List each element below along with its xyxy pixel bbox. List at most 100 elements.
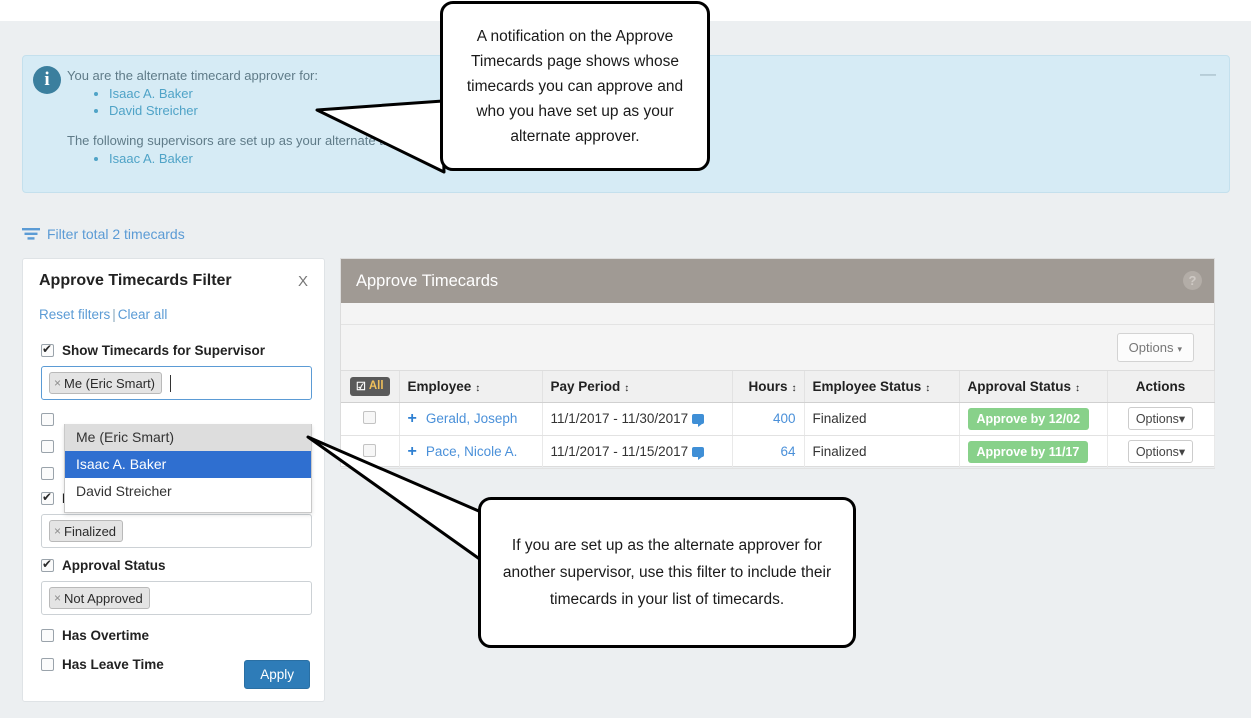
chevron-down-icon: ▾: [1178, 445, 1186, 459]
tag-chip[interactable]: × Finalized: [49, 520, 124, 542]
info-icon: i: [33, 66, 61, 94]
row-options-label: Options: [1135, 412, 1179, 426]
filter-row-approval-status[interactable]: Approval Status: [23, 554, 324, 576]
comment-icon[interactable]: [692, 447, 705, 460]
help-icon[interactable]: ?: [1183, 271, 1202, 290]
row-select-cell: [341, 402, 400, 436]
alternate-approver-name: Isaac A. Baker: [109, 151, 193, 166]
row-options-button[interactable]: Options▾: [1127, 407, 1194, 430]
row-actions-cell: Options▾: [1107, 435, 1215, 469]
table-header-pay-period[interactable]: Pay Period ↕: [542, 371, 733, 403]
tag-remove-icon[interactable]: ×: [54, 376, 61, 390]
hidden-checkbox-1[interactable]: [41, 413, 54, 426]
filter-row-supervisor[interactable]: Show Timecards for Supervisor: [23, 339, 324, 361]
row-checkbox[interactable]: [363, 410, 377, 424]
employee-status-tag-input[interactable]: × Finalized: [41, 514, 312, 548]
approver-for-name: Isaac A. Baker: [109, 86, 193, 101]
table-header-select: ☑ All: [341, 371, 400, 403]
tag-chip[interactable]: × Me (Eric Smart): [49, 372, 163, 394]
table-row: + Pace, Nicole A. 11/1/2017 - 11/15/2017 …: [341, 435, 1215, 469]
status-badge[interactable]: Approve by 12/02: [967, 407, 1090, 430]
sort-icon: ↕: [791, 382, 797, 394]
card-toolbar: Options ▾: [341, 325, 1214, 371]
hidden-checkbox-3[interactable]: [41, 467, 54, 480]
tag-remove-icon[interactable]: ×: [54, 524, 61, 538]
column-label: Pay Period: [550, 378, 621, 394]
row-actions-cell: Options▾: [1107, 402, 1215, 436]
has-leave-time-checkbox[interactable]: [41, 658, 54, 671]
approver-for-name: David Streicher: [109, 103, 198, 118]
column-label: Approval Status: [967, 378, 1072, 394]
text-cursor: [170, 374, 172, 392]
comment-icon[interactable]: [692, 414, 705, 427]
column-label: Actions: [1135, 378, 1186, 394]
row-approval-status-cell: Approve by 12/02: [959, 402, 1108, 436]
apply-button[interactable]: Apply: [244, 660, 310, 689]
supervisor-checkbox[interactable]: [41, 342, 54, 357]
chevron-down-icon: ▾: [1178, 412, 1186, 426]
table-header-row: ☑ All Employee ↕ Pay Period ↕ Hours ↕ Employ…: [341, 371, 1215, 403]
employee-link[interactable]: Pace, Nicole A.: [426, 444, 518, 459]
table-header-approval-status[interactable]: Approval Status ↕: [959, 371, 1108, 403]
timecards-table: ☑ All Employee ↕ Pay Period ↕ Hours ↕ Employ…: [341, 371, 1215, 469]
approval-status-checkbox[interactable]: [41, 557, 54, 572]
dropdown-option-isaac-baker[interactable]: Isaac A. Baker: [65, 451, 311, 478]
supervisor-dropdown-list[interactable]: Me (Eric Smart) Isaac A. Baker David Str…: [64, 424, 312, 513]
minimize-icon[interactable]: —: [1199, 67, 1217, 86]
filter-row-has-overtime[interactable]: Has Overtime: [23, 621, 324, 650]
pay-period-text: 11/1/2017 - 11/30/2017: [550, 411, 689, 426]
tag-label: Not Approved: [64, 590, 143, 606]
row-options-button[interactable]: Options▾: [1127, 440, 1194, 463]
row-checkbox[interactable]: [363, 443, 377, 457]
table-header-actions: Actions: [1107, 371, 1215, 403]
hours-link[interactable]: 400: [773, 411, 796, 426]
supervisor-tag-input[interactable]: × Me (Eric Smart): [41, 366, 312, 400]
clear-all-link[interactable]: Clear all: [118, 307, 168, 322]
table-header-hours[interactable]: Hours ↕: [732, 371, 805, 403]
dropdown-option-david-streicher[interactable]: David Streicher: [65, 478, 311, 505]
table-options-button[interactable]: Options ▾: [1116, 333, 1194, 362]
table-header-employee-status[interactable]: Employee Status ↕: [804, 371, 960, 403]
row-pay-period-cell: 11/1/2017 - 11/30/2017: [542, 402, 733, 436]
select-all-button[interactable]: ☑ All: [349, 376, 390, 396]
hours-link[interactable]: 64: [780, 444, 795, 459]
employee-link[interactable]: Gerald, Joseph: [426, 411, 518, 426]
column-label: Employee Status: [812, 378, 922, 394]
has-leave-time-label: Has Leave Time: [62, 657, 164, 672]
expand-plus-icon[interactable]: +: [408, 410, 417, 427]
sort-icon: ↕: [1075, 382, 1080, 394]
sort-icon: ↕: [624, 382, 629, 394]
sort-icon: ↕: [475, 382, 480, 394]
reset-filters-link[interactable]: Reset filters: [39, 307, 110, 322]
hidden-checkbox-2[interactable]: [41, 440, 54, 453]
filter-total-link[interactable]: Filter total 2 timecards: [22, 226, 185, 242]
row-employee-status-cell: Finalized: [804, 435, 960, 469]
card-subbar: [341, 303, 1214, 325]
card-title: Approve Timecards: [356, 271, 499, 290]
tag-label: Me (Eric Smart): [64, 375, 156, 391]
callout-filter: If you are set up as the alternate appro…: [478, 497, 856, 648]
approve-timecards-filter-panel: Approve Timecards Filter X Reset filters…: [22, 258, 325, 702]
callout-notification: A notification on the Approve Timecards …: [440, 1, 710, 171]
filter-panel-title: Approve Timecards Filter: [39, 272, 232, 289]
row-pay-period-cell: 11/1/2017 - 11/15/2017: [542, 435, 733, 469]
card-header: Approve Timecards ?: [341, 259, 1214, 303]
tag-chip[interactable]: × Not Approved: [49, 587, 150, 609]
tag-remove-icon[interactable]: ×: [54, 591, 61, 605]
approval-status-tag-input[interactable]: × Not Approved: [41, 581, 312, 615]
tag-label: Finalized: [64, 523, 117, 539]
table-body: + Gerald, Joseph 11/1/2017 - 11/30/2017 4…: [341, 402, 1215, 469]
table-header-employee[interactable]: Employee ↕: [399, 371, 543, 403]
row-approval-status-cell: Approve by 11/17: [959, 435, 1108, 469]
status-badge[interactable]: Approve by 11/17: [967, 440, 1089, 463]
dropdown-option-me[interactable]: Me (Eric Smart): [65, 424, 311, 451]
column-label: Employee: [407, 378, 472, 394]
page-root: i You are the alternate timecard approve…: [0, 0, 1251, 718]
filter-panel-links: Reset filters | Clear all: [39, 307, 167, 322]
has-overtime-checkbox[interactable]: [41, 629, 54, 642]
close-icon[interactable]: X: [298, 273, 308, 290]
employee-status-checkbox[interactable]: [41, 490, 54, 505]
approve-timecards-card: Approve Timecards ? Options ▾ ☑ All Employ…: [340, 258, 1215, 469]
table-options-label: Options: [1128, 340, 1174, 355]
expand-plus-icon[interactable]: +: [408, 443, 417, 460]
